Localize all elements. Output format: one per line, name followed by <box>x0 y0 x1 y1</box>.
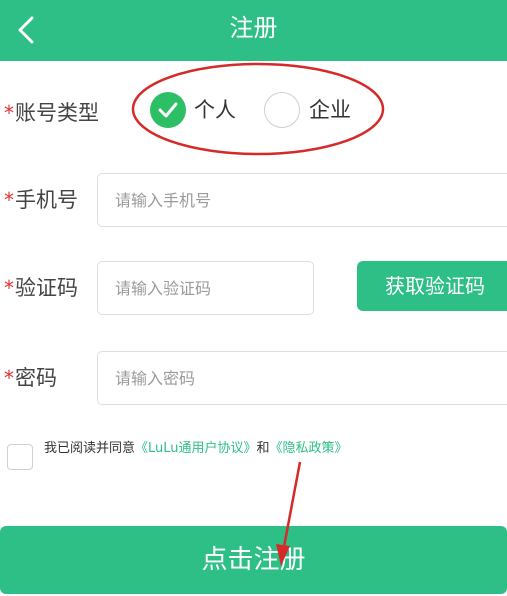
required-mark: * <box>4 366 14 390</box>
password-field-box <box>97 351 507 405</box>
code-field-box <box>97 261 314 315</box>
required-mark: * <box>4 101 14 125</box>
phone-label: *手机号 <box>4 185 78 215</box>
password-input[interactable] <box>98 352 507 404</box>
agreement-prefix: 我已阅读并同意 <box>44 441 136 456</box>
account-type-label: *账号类型 <box>4 98 99 128</box>
code-input[interactable] <box>98 262 313 314</box>
register-button[interactable]: 点击注册 <box>0 526 507 594</box>
privacy-policy-link[interactable]: 《隐私政策》 <box>270 441 348 456</box>
radio-enterprise[interactable] <box>264 92 300 128</box>
password-label-text: 密码 <box>15 366 57 390</box>
header-bar: 注册 <box>0 0 507 61</box>
radio-enterprise-label[interactable]: 企业 <box>309 96 351 124</box>
code-label: *验证码 <box>4 273 78 303</box>
check-icon <box>158 102 178 118</box>
required-mark: * <box>4 276 14 300</box>
radio-personal[interactable] <box>150 92 186 128</box>
phone-label-text: 手机号 <box>15 188 78 212</box>
required-mark: * <box>4 188 14 212</box>
radio-personal-label[interactable]: 个人 <box>194 96 236 124</box>
code-label-text: 验证码 <box>15 276 78 300</box>
agreement-text: 我已阅读并同意《LuLu通用户协议》和《隐私政策》 <box>44 440 348 458</box>
page-title: 注册 <box>229 14 278 42</box>
user-agreement-link[interactable]: 《LuLu通用户协议》 <box>135 441 257 456</box>
agreement-checkbox[interactable] <box>7 444 33 470</box>
account-type-label-text: 账号类型 <box>15 101 99 125</box>
agreement-middle: 和 <box>256 441 270 456</box>
phone-field-box <box>97 173 507 227</box>
phone-input[interactable] <box>98 174 507 226</box>
get-code-button[interactable]: 获取验证码 <box>357 261 507 311</box>
password-label: *密码 <box>4 363 57 393</box>
